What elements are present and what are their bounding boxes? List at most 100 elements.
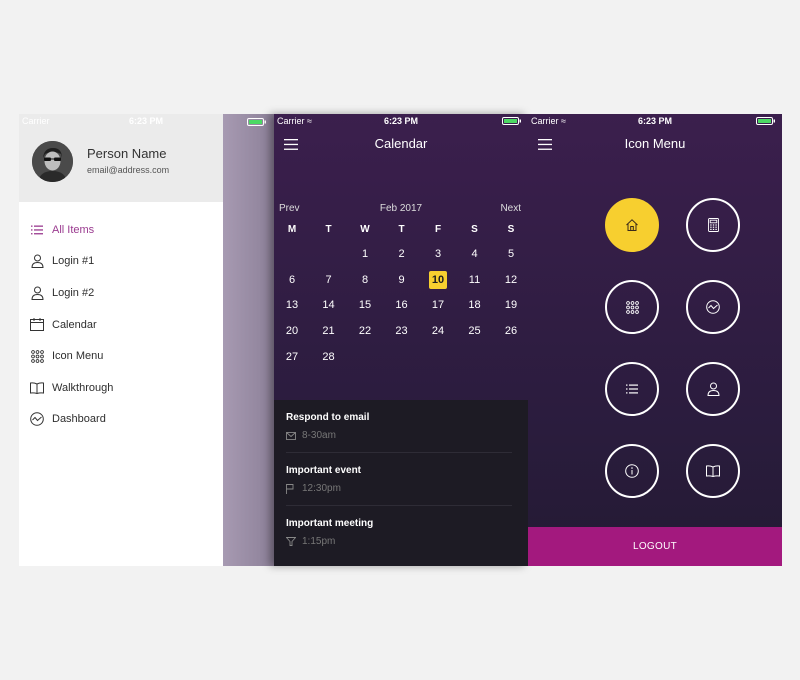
- list-button[interactable]: [605, 362, 659, 416]
- event-title: Important meeting: [286, 518, 374, 529]
- calendar-day[interactable]: 5: [493, 244, 529, 264]
- calendar-day-label: 20: [285, 325, 299, 338]
- page-title: Calendar: [374, 136, 428, 151]
- menu-item-login-1[interactable]: Login #1: [19, 246, 223, 278]
- side-menu-list: All Items Login #1 Login #2 Calendar Ico…: [19, 214, 223, 435]
- calendar-day-label: 17: [431, 299, 445, 312]
- status-time: 6:23 PM: [129, 116, 164, 126]
- menu-item-icon-menu[interactable]: Icon Menu: [19, 340, 223, 372]
- calendar-day[interactable]: 23: [384, 321, 420, 341]
- battery-icon: [756, 117, 775, 125]
- event-time-label: 8-30am: [302, 430, 336, 441]
- event-item[interactable]: Important event 12:30pm: [286, 453, 512, 506]
- calendar-day[interactable]: 14: [311, 295, 347, 315]
- menu-item-walkthrough[interactable]: Walkthrough: [19, 372, 223, 404]
- grid-icon: [30, 349, 44, 363]
- logout-button[interactable]: LOGOUT: [528, 527, 782, 566]
- grid-button[interactable]: [605, 280, 659, 334]
- calendar-day-label: 7: [325, 273, 332, 286]
- calendar-day[interactable]: 27: [274, 347, 310, 367]
- calendar-day[interactable]: 18: [457, 295, 493, 315]
- menu-item-label: Calendar: [52, 318, 97, 331]
- calculator-button[interactable]: [686, 198, 740, 252]
- weekday-label: S: [471, 224, 478, 235]
- book-icon: [706, 465, 720, 477]
- calculator-icon: [707, 218, 719, 232]
- calendar-day[interactable]: 9: [384, 270, 420, 290]
- next-month-button[interactable]: Next: [500, 203, 521, 214]
- menu-item-all-items[interactable]: All Items: [19, 214, 223, 246]
- menu-item-login-2[interactable]: Login #2: [19, 277, 223, 309]
- calendar-day[interactable]: 28: [311, 347, 347, 367]
- weekday-header: M T W T F S S: [274, 224, 528, 238]
- calendar-day[interactable]: 2: [384, 244, 420, 264]
- menu-item-label: Icon Menu: [52, 350, 104, 363]
- info-icon: [625, 464, 639, 478]
- event-item[interactable]: Respond to email 8-30am: [286, 400, 512, 453]
- carrier-label: Carrier: [22, 116, 50, 126]
- person-email: email@address.com: [87, 165, 170, 175]
- calendar-day[interactable]: 4: [457, 244, 493, 264]
- event-item[interactable]: Important meeting 1:15pm: [286, 506, 512, 559]
- calendar-day-label: 27: [285, 350, 299, 363]
- calendar-day[interactable]: 26: [493, 321, 529, 341]
- home-button[interactable]: [605, 198, 659, 252]
- calendar-day[interactable]: 7: [311, 270, 347, 290]
- calendar-day[interactable]: 16: [384, 295, 420, 315]
- calendar-day[interactable]: 11: [457, 270, 493, 290]
- calendar-day[interactable]: 24: [420, 321, 456, 341]
- calendar-day-label: 6: [288, 273, 296, 286]
- status-bar: Carrier ≈ 6:23 PM: [274, 114, 528, 128]
- app-showcase: Carrier 6:23 PM Person Name email@addres…: [19, 114, 782, 566]
- calendar-day-label: 24: [431, 325, 445, 338]
- calendar-icon: [30, 318, 44, 332]
- calendar-day[interactable]: 25: [457, 321, 493, 341]
- home-icon: [626, 219, 638, 231]
- side-menu-screen: Carrier 6:23 PM Person Name email@addres…: [19, 114, 223, 566]
- calendar-day[interactable]: 8: [347, 270, 383, 290]
- calendar-day[interactable]: 6: [274, 270, 310, 290]
- calendar-day-label: 21: [322, 325, 335, 338]
- chart-icon: [706, 300, 720, 314]
- calendar-day-selected[interactable]: 10: [420, 270, 456, 290]
- nav-bar: Calendar: [274, 128, 528, 163]
- calendar-day-label: 5: [507, 248, 515, 260]
- calendar-day[interactable]: 15: [347, 295, 383, 315]
- menu-item-calendar[interactable]: Calendar: [19, 309, 223, 341]
- chart-button[interactable]: [686, 280, 740, 334]
- weekday-label: T: [398, 224, 405, 235]
- calendar-day-label: 11: [468, 273, 481, 286]
- weekday-label: F: [434, 224, 442, 235]
- calendar-day-label: 26: [504, 325, 518, 338]
- calendar-day-label: 14: [322, 299, 335, 312]
- calendar-day[interactable]: 19: [493, 295, 529, 315]
- calendar-day-label: 3: [434, 248, 442, 260]
- user-icon: [30, 254, 44, 269]
- book-button[interactable]: [686, 444, 740, 498]
- menu-item-dashboard[interactable]: Dashboard: [19, 404, 223, 436]
- calendar-day-label: 18: [468, 299, 481, 312]
- calendar-day-label: 22: [358, 325, 372, 338]
- calendar-day-label: 16: [395, 299, 408, 312]
- profile-header[interactable]: Person Name email@address.com: [19, 128, 223, 202]
- menu-item-label: Dashboard: [52, 413, 106, 426]
- user-button[interactable]: [686, 362, 740, 416]
- calendar-day[interactable]: 17: [420, 295, 456, 315]
- weekday-label: M: [287, 224, 297, 235]
- event-time: 12:30pm: [286, 483, 341, 494]
- calendar-day-label: 13: [285, 299, 299, 312]
- calendar-day[interactable]: 21: [311, 321, 347, 341]
- calendar-day[interactable]: 12: [493, 270, 529, 290]
- status-bar: Carrier 6:23 PM: [19, 114, 223, 128]
- menu-item-label: Login #1: [52, 255, 95, 268]
- calendar-day[interactable]: 3: [420, 244, 456, 264]
- battery-icon: [502, 117, 521, 125]
- avatar[interactable]: [32, 141, 73, 182]
- covered-screen-overlay[interactable]: [223, 114, 274, 566]
- calendar-day[interactable]: 13: [274, 295, 310, 315]
- info-button[interactable]: [605, 444, 659, 498]
- calendar-day[interactable]: 22: [347, 321, 383, 341]
- calendar-day[interactable]: 1: [347, 244, 383, 264]
- chart-icon: [30, 412, 44, 427]
- calendar-day[interactable]: 20: [274, 321, 310, 341]
